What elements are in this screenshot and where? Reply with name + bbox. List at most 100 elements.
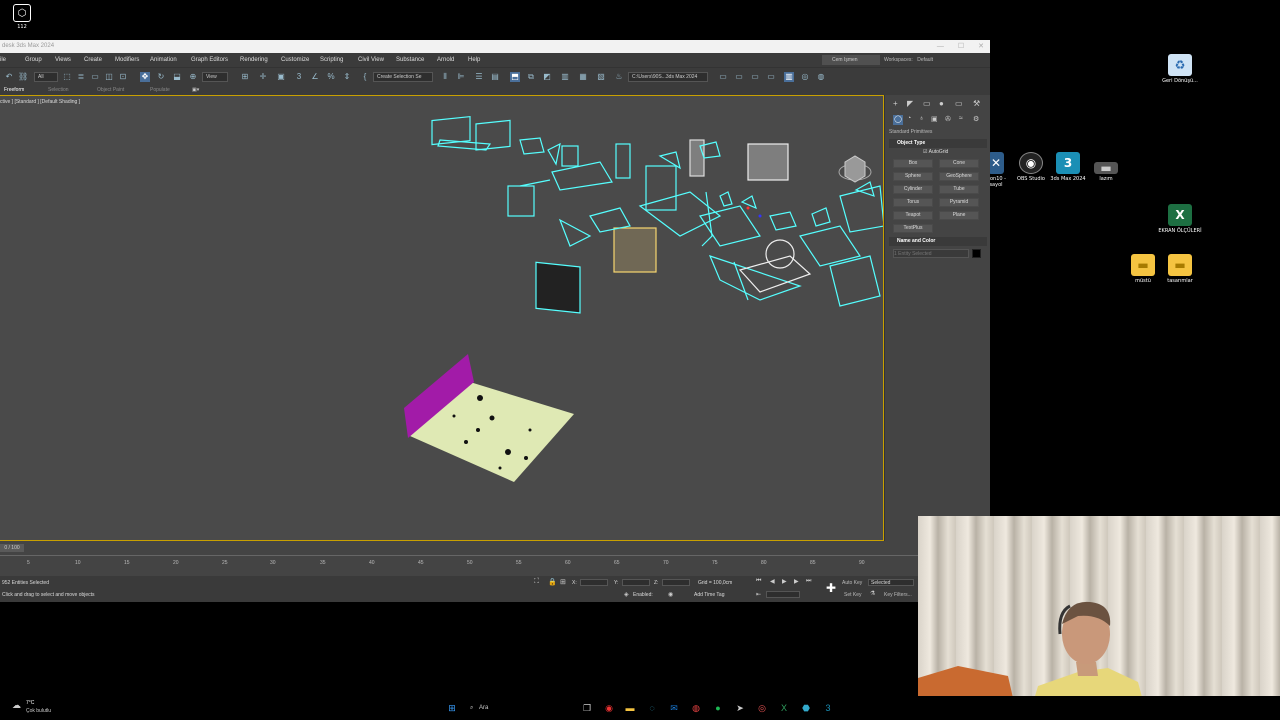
- layer-explorer-icon[interactable]: ☰: [474, 72, 484, 82]
- time-slider[interactable]: 0 / 100: [0, 544, 24, 552]
- go-to-start-icon[interactable]: ⏮: [756, 578, 761, 585]
- lights-icon[interactable]: ♁: [919, 115, 924, 122]
- cone-button[interactable]: Cone: [939, 159, 979, 168]
- render-setup-icon[interactable]: ▥: [560, 72, 570, 82]
- select-by-name-icon[interactable]: ≣: [76, 72, 86, 82]
- outlook-icon[interactable]: ✉: [667, 701, 681, 715]
- arnold-icon[interactable]: ◎: [800, 72, 810, 82]
- isolate-toggle-icon[interactable]: ⛶: [534, 578, 539, 586]
- x-coord-field[interactable]: [580, 579, 608, 586]
- go-to-end-icon[interactable]: ⏭: [806, 578, 811, 585]
- percent-snap-icon[interactable]: %: [326, 72, 336, 82]
- ribbon-tab-freeform[interactable]: Freeform: [4, 85, 24, 95]
- adaptive-degradation-icon[interactable]: ◈: [624, 591, 629, 598]
- menu-civil-view[interactable]: Civil View: [358, 53, 384, 67]
- scale-icon[interactable]: ⬓: [172, 72, 182, 82]
- desktop-icon-top-left[interactable]: ⬡ 112: [0, 4, 44, 30]
- 3dsmax-taskbar-icon[interactable]: 3: [821, 701, 835, 715]
- teapot-button[interactable]: Teapot: [893, 211, 933, 220]
- auto-key-button[interactable]: Auto Key: [842, 580, 862, 586]
- weather-text[interactable]: Çok bulutlu: [26, 708, 51, 714]
- angle-snap-icon[interactable]: ∠: [310, 72, 320, 82]
- named-selection-dropdown[interactable]: Create Selection Se: [373, 72, 433, 82]
- rect-selection-icon[interactable]: ▭: [90, 72, 100, 82]
- menu-rendering[interactable]: Rendering: [240, 53, 268, 67]
- keyboard-shortcut-icon[interactable]: ▣: [276, 72, 286, 82]
- select-and-link-icon[interactable]: ⊡: [118, 72, 128, 82]
- current-frame-field[interactable]: [766, 591, 800, 598]
- maximize-icon[interactable]: ☐: [958, 40, 964, 53]
- spinner-snap-icon[interactable]: ⇕: [342, 72, 352, 82]
- window-titlebar[interactable]: desk 3ds Max 2024 — ☐ ✕: [0, 40, 990, 53]
- select-and-move-icon[interactable]: ✥: [140, 72, 150, 82]
- task-view-icon[interactable]: ❐: [580, 701, 594, 715]
- desktop-icon-lazim[interactable]: ▬ lazım: [1084, 161, 1128, 182]
- modify-tab-icon[interactable]: ◤: [907, 99, 913, 108]
- menu-substance[interactable]: Substance: [396, 53, 424, 67]
- render-icon[interactable]: ▧: [596, 72, 606, 82]
- tube-button[interactable]: Tube: [939, 185, 979, 194]
- pyramid-button[interactable]: Pyramid: [939, 198, 979, 207]
- render-region-icon[interactable]: ◍: [816, 72, 826, 82]
- desktop-icon-excel[interactable]: X EKRAN ÖLÇÜLERİ: [1158, 204, 1202, 234]
- menu-group[interactable]: Group: [25, 53, 42, 67]
- menu-help[interactable]: Help: [468, 53, 480, 67]
- link-icon[interactable]: ⛓: [18, 72, 28, 82]
- menu-arnold[interactable]: Arnold: [437, 53, 454, 67]
- close-icon[interactable]: ✕: [978, 40, 984, 53]
- add-time-tag[interactable]: Add Time Tag: [694, 592, 724, 598]
- excel-taskbar-icon[interactable]: X: [777, 701, 791, 715]
- pivot-icon[interactable]: ⊞: [240, 72, 250, 82]
- plane-button[interactable]: Plane: [939, 211, 979, 220]
- viewcube[interactable]: [838, 155, 872, 183]
- helpers-icon[interactable]: ✇: [945, 115, 951, 123]
- torus-button[interactable]: Torus: [893, 198, 933, 207]
- minimize-icon[interactable]: —: [937, 40, 944, 53]
- user-account-button[interactable]: Cem Işmen: [822, 55, 880, 65]
- systems-icon[interactable]: ⚙: [973, 115, 979, 123]
- ribbon-tab-populate[interactable]: Populate: [150, 85, 170, 95]
- lock-selection-icon[interactable]: 🔒: [548, 578, 557, 586]
- scene-explorer-icon[interactable]: ▭: [750, 72, 760, 82]
- enabled-toggle-icon[interactable]: ◉: [668, 591, 673, 598]
- chrome-icon[interactable]: ◉: [602, 701, 616, 715]
- set-key-icon[interactable]: ✚: [826, 581, 836, 595]
- key-mode-icon[interactable]: ⇤: [756, 591, 761, 598]
- edit-named-selection-icon[interactable]: {: [360, 72, 370, 82]
- selected-dropdown[interactable]: Selected: [868, 579, 914, 586]
- snaps-toggle-icon[interactable]: 3: [294, 72, 304, 82]
- utilities-tab-icon[interactable]: ⚒: [973, 99, 980, 108]
- chrome-profile-icon[interactable]: ◎: [755, 701, 769, 715]
- object-color-swatch[interactable]: [972, 249, 981, 258]
- motion-tab-icon[interactable]: ●: [939, 99, 944, 108]
- mirror-icon[interactable]: ⫴: [440, 72, 450, 82]
- menu-views[interactable]: Views: [55, 53, 71, 67]
- ribbon-tab-selection[interactable]: Selection: [48, 85, 69, 95]
- select-object-icon[interactable]: ⬚: [62, 72, 72, 82]
- y-coord-field[interactable]: [622, 579, 650, 586]
- shapes-icon[interactable]: ◔: [907, 115, 911, 122]
- hierarchy-tab-icon[interactable]: ▭: [923, 99, 931, 108]
- render-teapot-icon[interactable]: ♨: [614, 72, 624, 82]
- select-manipulate-icon[interactable]: ✛: [258, 72, 268, 82]
- display-tab-icon[interactable]: ▭: [955, 99, 963, 108]
- previous-frame-icon[interactable]: ◀: [770, 578, 775, 585]
- ribbon-tab-object-paint[interactable]: Object Paint: [97, 85, 124, 95]
- play-icon[interactable]: ▶: [782, 578, 787, 585]
- spotify-icon[interactable]: ●: [711, 701, 725, 715]
- recording-app-icon[interactable]: ◍: [689, 701, 703, 715]
- geosphere-button[interactable]: GeoSphere: [939, 172, 979, 181]
- viewport-layout-icon[interactable]: ▭: [734, 72, 744, 82]
- menu-graph-editors[interactable]: Graph Editors: [191, 53, 228, 67]
- rotate-icon[interactable]: ↻: [156, 72, 166, 82]
- menu-animation[interactable]: Animation: [150, 53, 177, 67]
- object-type-rollout[interactable]: Object Type: [889, 139, 987, 148]
- start-icon[interactable]: ⊞: [445, 701, 459, 715]
- undo-icon[interactable]: ↶: [4, 72, 14, 82]
- schematic-view-icon[interactable]: ⧉: [526, 72, 536, 82]
- selection-filter-dropdown[interactable]: All: [34, 72, 58, 82]
- absolute-mode-icon[interactable]: ⊞: [560, 578, 566, 586]
- name-and-color-rollout[interactable]: Name and Color: [889, 237, 987, 246]
- track-bar[interactable]: [0, 555, 920, 556]
- toggle-ribbon-icon[interactable]: ▤: [490, 72, 500, 82]
